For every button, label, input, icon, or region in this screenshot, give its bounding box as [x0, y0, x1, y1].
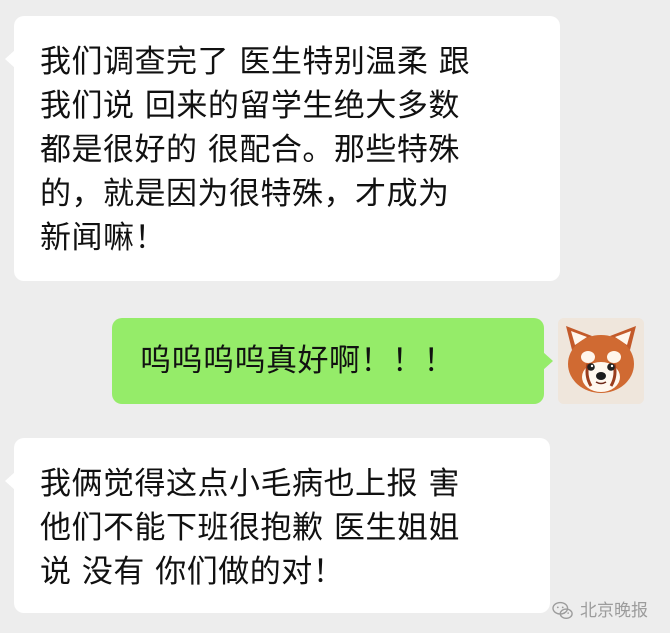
outgoing-message-bubble[interactable]: 呜呜呜呜真好啊！！！ — [112, 318, 553, 404]
source-watermark: 北京晚报 — [552, 601, 648, 621]
watermark-label: 北京晚报 — [580, 601, 648, 621]
incoming-message-bubble[interactable]: 我俩觉得这点小毛病也上报 害 他们不能下班很抱歉 医生姐姐 说 没有 你们做的对… — [5, 438, 550, 613]
incoming-message-bubble[interactable]: 我们调查完了 医生特别温柔 跟 我们说 回来的留学生绝大多数 都是很好的 很配合… — [5, 16, 560, 281]
wechat-icon — [552, 601, 573, 620]
red-panda-avatar-icon[interactable] — [558, 318, 644, 404]
